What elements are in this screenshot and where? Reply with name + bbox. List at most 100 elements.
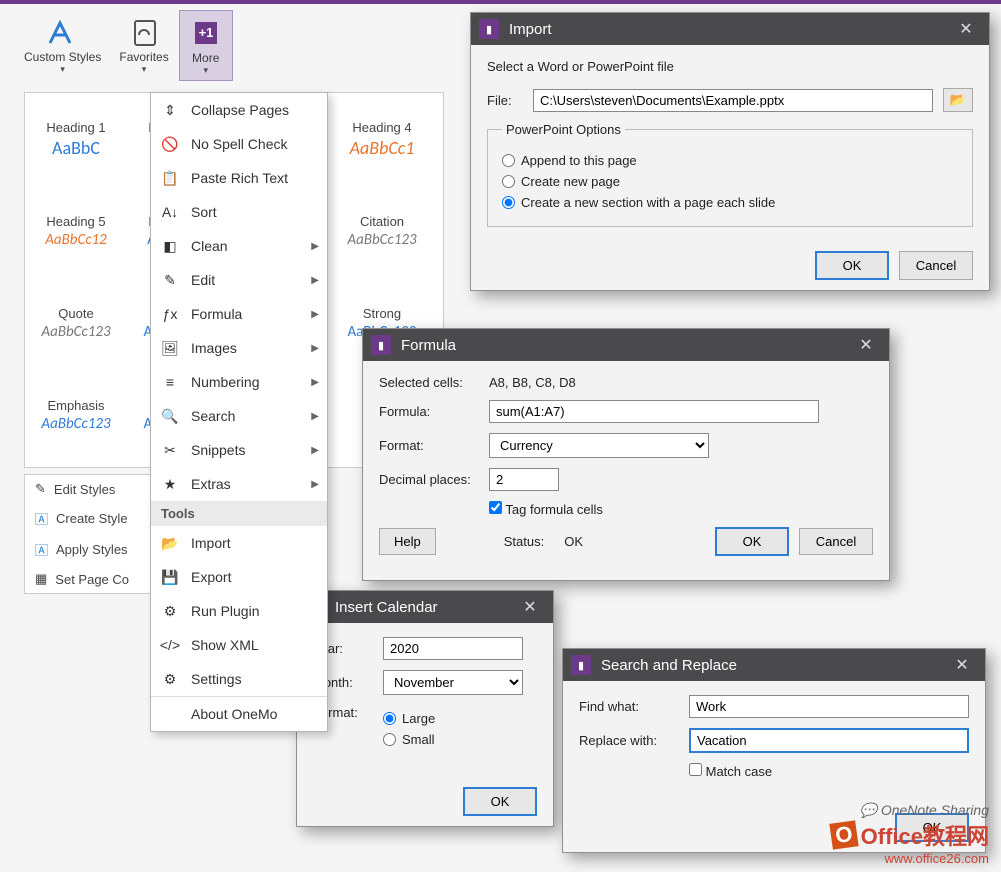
decimal-input[interactable] — [489, 468, 559, 491]
status-value: OK — [564, 534, 583, 549]
find-input[interactable] — [689, 695, 969, 718]
import-title: Import — [509, 21, 951, 38]
menu-xml[interactable]: </>Show XML — [151, 628, 327, 662]
favorites-button[interactable]: Favorites ▾ — [111, 10, 176, 81]
apply-styles-item[interactable]: 🄰 Apply Styles — [25, 534, 157, 565]
chevron-right-icon: ▶ — [311, 377, 319, 388]
calendar-ok-button[interactable]: OK — [463, 787, 537, 816]
menu-import[interactable]: 📂Import — [151, 526, 327, 560]
paste-icon: 📋 — [159, 167, 181, 189]
status-label: Status: — [504, 534, 544, 549]
month-select[interactable]: November — [383, 670, 523, 695]
menu-about[interactable]: About OneMo — [151, 697, 327, 731]
app-badge-icon: ▮ — [371, 335, 391, 355]
year-input[interactable] — [383, 637, 523, 660]
numbering-icon: ≡ — [159, 371, 181, 393]
menu-export[interactable]: 💾Export — [151, 560, 327, 594]
help-button[interactable]: Help — [379, 528, 436, 555]
style-actions: ✎ Edit Styles 🄰 Create Style 🄰 Apply Sty… — [24, 474, 158, 594]
chevron-down-icon: ▾ — [203, 65, 208, 76]
format-select[interactable]: Currency — [489, 433, 709, 458]
menu-formula[interactable]: ƒxFormula▶ — [151, 297, 327, 331]
calendar-title: Insert Calendar — [335, 599, 515, 616]
selected-cells-label: Selected cells: — [379, 375, 479, 390]
menu-settings[interactable]: ⚙Settings — [151, 662, 327, 696]
menu-sort[interactable]: A↓Sort — [151, 195, 327, 229]
more-icon: +1 — [188, 15, 224, 51]
chevron-right-icon: ▶ — [311, 343, 319, 354]
favorites-icon — [126, 14, 162, 50]
menu-numbering[interactable]: ≡Numbering▶ — [151, 365, 327, 399]
menu-clean[interactable]: ◧Clean▶ — [151, 229, 327, 263]
import-ok-button[interactable]: OK — [815, 251, 889, 280]
formula-title: Formula — [401, 337, 851, 354]
collapse-icon: ⇕ — [159, 99, 181, 121]
style-swatch[interactable]: Heading 4AaBbCc1 — [331, 93, 433, 185]
calendar-titlebar: ▮ Insert Calendar ✕ — [297, 591, 553, 623]
menu-snippets[interactable]: ✂Snippets▶ — [151, 433, 327, 467]
chevron-right-icon: ▶ — [311, 241, 319, 252]
style-swatch[interactable]: Heading 5AaBbCc12 — [25, 185, 127, 277]
ppt-options-legend: PowerPoint Options — [502, 122, 625, 137]
menu-paste[interactable]: 📋Paste Rich Text — [151, 161, 327, 195]
xml-icon: </> — [159, 634, 181, 656]
search-titlebar: ▮ Search and Replace ✕ — [563, 649, 985, 681]
menu-nospell[interactable]: 🚫No Spell Check — [151, 127, 327, 161]
plugin-icon: ⚙ — [159, 600, 181, 622]
opt-append[interactable]: Append to this page — [502, 153, 958, 168]
style-swatch[interactable]: CitationAaBbCc123 — [331, 185, 433, 277]
menu-collapse[interactable]: ⇕Collapse Pages — [151, 93, 327, 127]
opt-newsection[interactable]: Create a new section with a page each sl… — [502, 195, 958, 210]
formula-input[interactable] — [489, 400, 819, 423]
custom-styles-button[interactable]: Custom Styles ▾ — [16, 10, 109, 81]
replace-input[interactable] — [689, 728, 969, 753]
formula-cancel-button[interactable]: Cancel — [799, 528, 873, 555]
tag-cells-checkbox[interactable]: Tag formula cells — [489, 501, 603, 517]
search-icon: 🔍 — [159, 405, 181, 427]
style-swatch[interactable]: Heading 1AaBbC — [25, 93, 127, 185]
more-button[interactable]: +1 More ▾ — [179, 10, 233, 81]
formula-label: Formula: — [379, 404, 479, 419]
tools-header: Tools — [151, 501, 327, 526]
import-cancel-button[interactable]: Cancel — [899, 251, 973, 280]
style-swatch[interactable]: EmphasisAaBbCc123 — [25, 369, 127, 461]
images-icon: 🖼 — [159, 337, 181, 359]
menu-plugin[interactable]: ⚙Run Plugin — [151, 594, 327, 628]
import-titlebar: ▮ Import ✕ — [471, 13, 989, 45]
opt-small[interactable]: Small — [383, 732, 461, 747]
format-label: Format: — [379, 438, 479, 453]
watermark: 💬 OneNote Sharing OOffice教程网 www.office2… — [831, 802, 989, 866]
chevron-right-icon: ▶ — [311, 309, 319, 320]
opt-large[interactable]: Large — [383, 711, 461, 726]
close-icon[interactable]: ✕ — [851, 335, 881, 355]
chevron-down-icon: ▾ — [60, 64, 65, 75]
style-swatch[interactable]: QuoteAaBbCc123 — [25, 277, 127, 369]
chevron-right-icon: ▶ — [311, 445, 319, 456]
match-case-checkbox[interactable]: Match case — [689, 763, 772, 779]
import-dialog: ▮ Import ✕ Select a Word or PowerPoint f… — [470, 12, 990, 291]
chevron-right-icon: ▶ — [311, 275, 319, 286]
pencil-icon: ✎ — [35, 481, 46, 497]
opt-newpage[interactable]: Create new page — [502, 174, 958, 189]
create-style-item[interactable]: 🄰 Create Style — [25, 503, 157, 534]
set-page-color-item[interactable]: ▦ Set Page Co — [25, 565, 157, 593]
settings-icon: ⚙ — [159, 668, 181, 690]
browse-button[interactable]: 📂 — [943, 88, 973, 112]
brush-icon: 🄰 — [35, 540, 48, 559]
sort-icon: A↓ — [159, 201, 181, 223]
formula-ok-button[interactable]: OK — [715, 527, 789, 556]
file-input[interactable] — [533, 89, 933, 112]
close-icon[interactable]: ✕ — [947, 655, 977, 675]
close-icon[interactable]: ✕ — [951, 19, 981, 39]
custom-styles-label: Custom Styles — [24, 50, 101, 64]
menu-edit[interactable]: ✎Edit▶ — [151, 263, 327, 297]
find-label: Find what: — [579, 699, 679, 714]
decimal-label: Decimal places: — [379, 472, 479, 487]
menu-images[interactable]: 🖼Images▶ — [151, 331, 327, 365]
formula-titlebar: ▮ Formula ✕ — [363, 329, 889, 361]
close-icon[interactable]: ✕ — [515, 597, 545, 617]
menu-extras[interactable]: ★Extras▶ — [151, 467, 327, 501]
edit-styles-item[interactable]: ✎ Edit Styles — [25, 475, 157, 503]
page-icon: ▦ — [35, 571, 47, 587]
menu-search[interactable]: 🔍Search▶ — [151, 399, 327, 433]
